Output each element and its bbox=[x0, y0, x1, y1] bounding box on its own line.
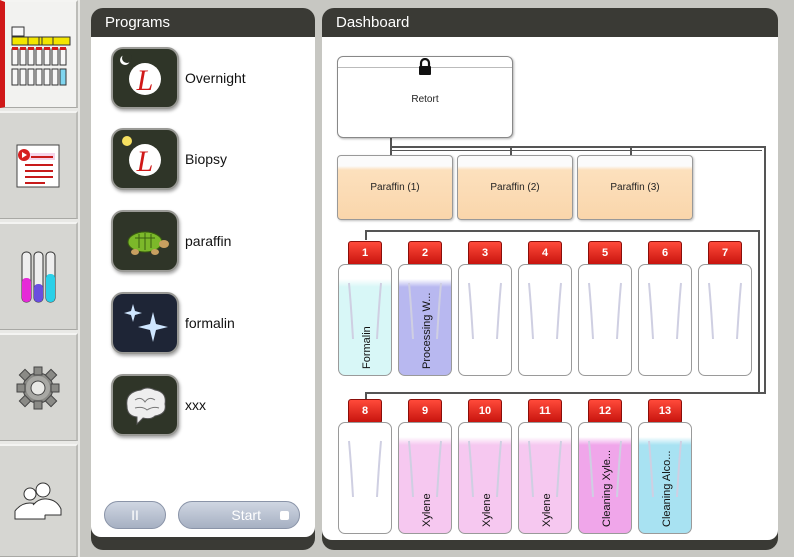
bottle-body bbox=[338, 422, 392, 534]
bottle-cap-number: 13 bbox=[648, 399, 682, 423]
reagent-bottle[interactable]: 2 Processing W... bbox=[398, 241, 452, 376]
bottle-cap-number: 6 bbox=[648, 241, 682, 265]
bottle-body: Cleaning Xyle... bbox=[578, 422, 632, 534]
dashboard-nav-icon bbox=[11, 26, 70, 85]
bottle-cap-number: 12 bbox=[588, 399, 622, 423]
stop-square-icon bbox=[280, 511, 289, 520]
bottle-body: Xylene bbox=[398, 422, 452, 534]
bottle-body bbox=[698, 264, 752, 376]
bottle-cap-number: 1 bbox=[348, 241, 382, 265]
bottle-label: Processing W... bbox=[421, 292, 433, 369]
dashboard-title: Dashboard bbox=[336, 14, 410, 31]
sidebar-item-users[interactable] bbox=[0, 444, 78, 557]
paraffin-bath-1[interactable]: Paraffin (1) bbox=[337, 155, 453, 220]
bottle-cap-number: 8 bbox=[348, 399, 382, 423]
turtle-icon bbox=[127, 231, 169, 255]
bottle-label: Cleaning Xyle... bbox=[601, 449, 613, 527]
reagent-bottle[interactable]: 12 Cleaning Xyle... bbox=[578, 399, 632, 534]
bottle-body bbox=[458, 264, 512, 376]
program-item-biopsy[interactable]: L Biopsy bbox=[111, 128, 227, 190]
bottle-body: Processing W... bbox=[398, 264, 452, 376]
start-button[interactable]: Start bbox=[178, 501, 300, 529]
sidebar-item-dashboard[interactable] bbox=[0, 0, 78, 108]
lock-icon bbox=[419, 58, 431, 75]
sidebar bbox=[0, 0, 80, 557]
users-nav-icon bbox=[14, 482, 62, 520]
bottle-label: Xylene bbox=[421, 493, 433, 527]
programs-title: Programs bbox=[105, 14, 171, 31]
reagent-bottle[interactable]: 9 Xylene bbox=[398, 399, 452, 534]
bottle-cap-number: 10 bbox=[468, 399, 502, 423]
program-label: xxx bbox=[185, 397, 206, 413]
bottle-body: Xylene bbox=[518, 422, 572, 534]
settings-gear-icon bbox=[16, 366, 60, 409]
bottle-cap-number: 11 bbox=[528, 399, 562, 423]
bottle-highlight-icon bbox=[648, 282, 682, 340]
reagent-bottle[interactable]: 5 bbox=[578, 241, 632, 376]
bottle-body: Cleaning Alco... bbox=[638, 422, 692, 534]
reagent-bottle[interactable]: 10 Xylene bbox=[458, 399, 512, 534]
svg-text:L: L bbox=[136, 64, 154, 97]
bottle-highlight-icon bbox=[528, 282, 562, 340]
program-item-formalin[interactable]: formalin bbox=[111, 292, 235, 354]
reagent-bottle[interactable]: 11 Xylene bbox=[518, 399, 572, 534]
brain-icon bbox=[126, 387, 166, 426]
reagent-bottle[interactable]: 8 bbox=[338, 399, 392, 534]
sparkle-stars-icon bbox=[124, 304, 168, 342]
reagent-bottle[interactable]: 13 Cleaning Alco... bbox=[638, 399, 692, 534]
reagents-nav-icon bbox=[21, 251, 56, 302]
start-label: Start bbox=[231, 507, 261, 523]
sidebar-item-settings[interactable] bbox=[0, 333, 78, 441]
paraffin-bath-3[interactable]: Paraffin (3) bbox=[577, 155, 693, 220]
programs-list-nav-icon bbox=[16, 144, 60, 187]
paraffin-bath-2[interactable]: Paraffin (2) bbox=[457, 155, 573, 220]
program-item-xxx[interactable]: xxx bbox=[111, 374, 206, 436]
bottle-cap-number: 2 bbox=[408, 241, 442, 265]
bottle-cap-number: 5 bbox=[588, 241, 622, 265]
program-item-overnight[interactable]: L Overnight bbox=[111, 47, 246, 109]
bottle-cap-number: 9 bbox=[408, 399, 442, 423]
sidebar-item-reagents[interactable] bbox=[0, 222, 78, 330]
bottle-label: Cleaning Alco... bbox=[661, 450, 673, 527]
bottle-highlight-icon bbox=[708, 282, 742, 340]
reagent-bottle[interactable]: 4 bbox=[518, 241, 572, 376]
bottle-label: Xylene bbox=[481, 493, 493, 527]
bottle-cap-number: 4 bbox=[528, 241, 562, 265]
bottle-body bbox=[638, 264, 692, 376]
programs-body bbox=[91, 37, 315, 537]
bottle-highlight-icon bbox=[468, 282, 502, 340]
bottle-body: Xylene bbox=[458, 422, 512, 534]
retort[interactable]: Retort bbox=[337, 56, 513, 138]
pause-button[interactable]: II bbox=[104, 501, 166, 529]
program-label: Biopsy bbox=[185, 151, 228, 167]
bottle-body: Formalin bbox=[338, 264, 392, 376]
reagent-bottle[interactable]: 7 bbox=[698, 241, 752, 376]
sun-leica-logo-icon: L bbox=[122, 136, 161, 178]
bottle-cap-number: 3 bbox=[468, 241, 502, 265]
reagent-bottle[interactable]: 3 bbox=[458, 241, 512, 376]
bottle-body bbox=[518, 264, 572, 376]
program-label: Overnight bbox=[185, 70, 246, 86]
reagent-bottle[interactable]: 1 Formalin bbox=[338, 241, 392, 376]
bottle-body bbox=[578, 264, 632, 376]
bottle-label: Formalin bbox=[361, 326, 373, 369]
program-label: paraffin bbox=[185, 233, 232, 249]
svg-text:L: L bbox=[136, 145, 154, 178]
bottle-label: Xylene bbox=[541, 493, 553, 527]
retort-label: Retort bbox=[411, 94, 439, 105]
bottle-cap-number: 7 bbox=[708, 241, 742, 265]
bottle-highlight-icon bbox=[348, 440, 382, 498]
program-item-paraffin[interactable]: paraffin bbox=[111, 210, 231, 272]
bottle-highlight-icon bbox=[588, 282, 622, 340]
program-label: formalin bbox=[185, 315, 235, 331]
reagent-bottle[interactable]: 6 bbox=[638, 241, 692, 376]
moon-leica-logo-icon: L bbox=[120, 53, 161, 97]
sidebar-item-programs[interactable] bbox=[0, 111, 78, 219]
